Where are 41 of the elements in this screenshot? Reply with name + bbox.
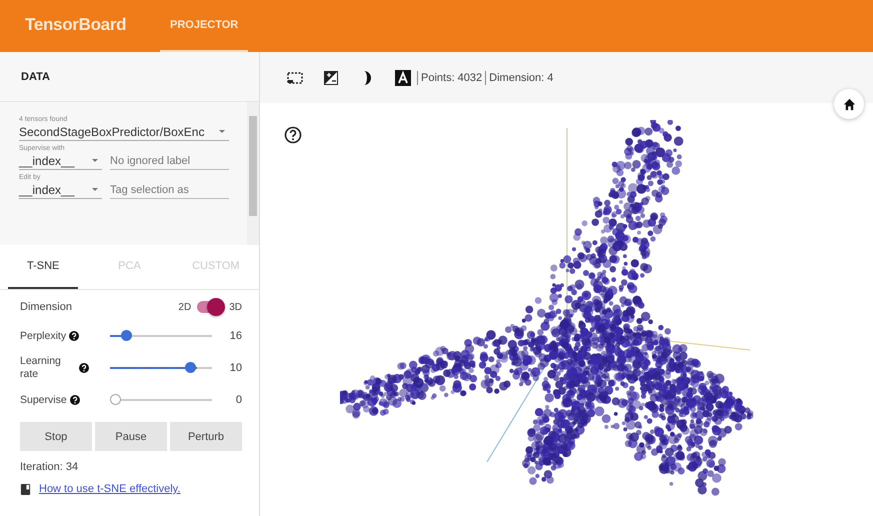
contrast-icon[interactable] — [322, 68, 340, 86]
toggle-label: 2D — [178, 302, 192, 312]
caret-icon — [92, 188, 98, 191]
help-icon[interactable] — [69, 331, 80, 341]
help-icon[interactable] — [284, 126, 302, 144]
scrollbar[interactable] — [247, 102, 259, 245]
slider-value: 0 — [234, 394, 242, 406]
help-icon[interactable] — [79, 363, 89, 373]
dimension-label: Dimension — [20, 301, 73, 313]
slider[interactable] — [110, 330, 212, 342]
caret-icon — [92, 159, 98, 162]
help-icon[interactable] — [70, 395, 80, 405]
book-icon — [20, 484, 31, 494]
slider-label: Perplexity — [20, 330, 66, 342]
slider-label: Learning rate — [20, 355, 62, 381]
home-icon — [842, 98, 856, 110]
points-count: Points: 4032 — [421, 72, 482, 84]
method-tab[interactable]: T-SNE — [8, 245, 78, 289]
action-button[interactable]: Pause — [95, 422, 167, 451]
caret-icon — [219, 130, 225, 133]
dimension-count: Dimension: 4 — [489, 72, 554, 84]
text-field[interactable]: Tag selection as — [110, 181, 229, 199]
dimension-toggle[interactable] — [197, 301, 224, 313]
label-icon[interactable] — [394, 68, 412, 86]
tensor-dropdown[interactable]: SecondStageBoxPredictor/BoxEnc — [19, 123, 229, 141]
slider-label: Supervise — [20, 394, 67, 406]
action-button[interactable]: Stop — [20, 422, 92, 451]
index-dropdown[interactable]: __index__ — [19, 181, 102, 199]
app-title: TensorBoard — [24, 14, 128, 36]
slider[interactable] — [110, 394, 212, 406]
home-button[interactable] — [834, 89, 864, 119]
help-link[interactable]: How to use t-SNE effectively. — [39, 483, 180, 495]
slider[interactable] — [110, 362, 212, 374]
action-button[interactable]: Perturb — [170, 422, 242, 451]
index-dropdown[interactable]: __index__ — [19, 152, 102, 170]
text-field[interactable]: No ignored label — [110, 152, 229, 170]
iteration-count: Iteration: 34 — [20, 461, 80, 473]
slider-value: 10 — [228, 362, 242, 374]
section-title: DATA — [0, 52, 259, 102]
slider-value: 16 — [228, 330, 242, 342]
toggle-label: 3D — [229, 302, 242, 312]
